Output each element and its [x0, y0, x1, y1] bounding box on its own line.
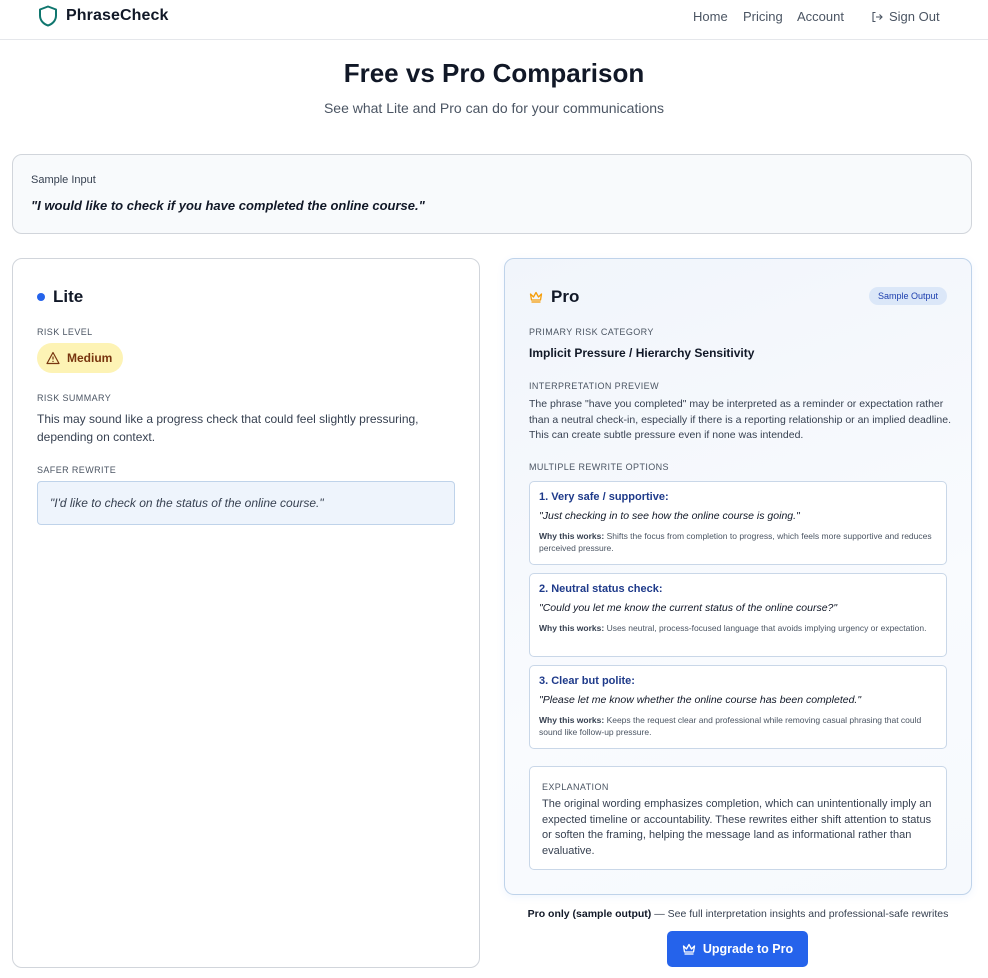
- risk-summary-text: This may sound like a progress check tha…: [37, 412, 419, 444]
- pro-title-text: Pro: [551, 287, 580, 306]
- rewrite-options-label: MULTIPLE REWRITE OPTIONS: [529, 462, 669, 472]
- sign-out-button[interactable]: Sign Out: [871, 9, 940, 24]
- option-why: Why this works: Uses neutral, process-fo…: [539, 622, 935, 634]
- explanation-panel: EXPLANATION The original wording emphasi…: [529, 766, 947, 870]
- lite-card: Lite RISK LEVEL Medium RISK SUMMARY This…: [12, 258, 480, 968]
- pro-card: Pro Sample Output PRIMARY RISK CATEGORY …: [504, 258, 972, 895]
- sample-output-badge: Sample Output: [868, 287, 947, 305]
- sign-out-label: Sign Out: [889, 9, 940, 24]
- brand[interactable]: PhraseCheck: [38, 5, 169, 27]
- why-label: Why this works:: [539, 715, 605, 725]
- crown-icon: [529, 291, 543, 303]
- option-why: Why this works: Shifts the focus from co…: [539, 530, 935, 554]
- shield-icon: [39, 5, 57, 27]
- rewrite-option: 2. Neutral status check: "Could you let …: [529, 573, 947, 657]
- nav-home-link[interactable]: Home: [693, 9, 728, 24]
- top-navbar: PhraseCheck Home Pricing Account Sign Ou…: [0, 0, 988, 40]
- interpretation-text: The phrase "have you completed" may be i…: [529, 398, 951, 441]
- safer-rewrite-label: SAFER REWRITE: [37, 465, 117, 475]
- interpretation-label: INTERPRETATION PREVIEW: [529, 381, 659, 391]
- lite-card-title: Lite: [37, 287, 83, 307]
- primary-risk-value: Implicit Pressure / Hierarchy Sensitivit…: [529, 346, 755, 360]
- risk-level-value: Medium: [67, 351, 113, 365]
- option-heading: 2. Neutral status check:: [539, 583, 663, 595]
- pro-card-title: Pro: [529, 287, 579, 307]
- blue-dot-icon: [37, 293, 45, 301]
- explanation-text: The original wording emphasizes completi…: [542, 798, 932, 857]
- risk-level-label: RISK LEVEL: [37, 327, 93, 337]
- pro-only-bold: Pro only (sample output): [527, 908, 652, 920]
- page-title: Free vs Pro Comparison: [343, 58, 645, 88]
- page-subtitle: See what Lite and Pro can do for your co…: [323, 100, 665, 116]
- rewrite-option: 1. Very safe / supportive: "Just checkin…: [529, 481, 947, 565]
- lite-title-text: Lite: [53, 287, 84, 306]
- option-heading: 3. Clear but polite:: [539, 675, 635, 687]
- upgrade-button-label: Upgrade to Pro: [702, 942, 794, 956]
- why-label: Why this works:: [539, 623, 605, 633]
- rewrite-option: 3. Clear but polite: "Please let me know…: [529, 665, 947, 749]
- primary-risk-label: PRIMARY RISK CATEGORY: [529, 327, 654, 337]
- option-quote: "Could you let me know the current statu…: [539, 602, 838, 614]
- crown-icon: [682, 943, 695, 955]
- sign-out-icon: [872, 11, 883, 22]
- warning-triangle-icon: [46, 351, 60, 365]
- sample-input-text: "I would like to check if you have compl…: [31, 198, 425, 213]
- option-why-text: Uses neutral, process-focused language t…: [606, 623, 927, 633]
- nav-account-link[interactable]: Account: [797, 9, 844, 24]
- risk-level-badge: Medium: [37, 343, 123, 373]
- option-why: Why this works: Keeps the request clear …: [539, 714, 935, 738]
- sample-input-label: Sample Input: [31, 174, 96, 186]
- brand-name: PhraseCheck: [66, 7, 169, 24]
- upgrade-to-pro-button[interactable]: Upgrade to Pro: [667, 931, 808, 967]
- option-quote: "Please let me know whether the online c…: [539, 694, 862, 706]
- option-heading: 1. Very safe / supportive:: [539, 491, 669, 503]
- sample-input-panel: Sample Input "I would like to check if y…: [12, 154, 972, 234]
- why-label: Why this works:: [539, 531, 605, 541]
- explanation-label: EXPLANATION: [542, 782, 609, 792]
- pro-only-note: Pro only (sample output) — See full inte…: [504, 908, 972, 920]
- option-quote: "Just checking in to see how the online …: [539, 510, 800, 522]
- nav-pricing-link[interactable]: Pricing: [743, 9, 783, 24]
- safer-rewrite-box: "I'd like to check on the status of the …: [37, 481, 455, 525]
- risk-summary-label: RISK SUMMARY: [37, 393, 112, 403]
- pro-only-rest: — See full interpretation insights and p…: [651, 908, 949, 920]
